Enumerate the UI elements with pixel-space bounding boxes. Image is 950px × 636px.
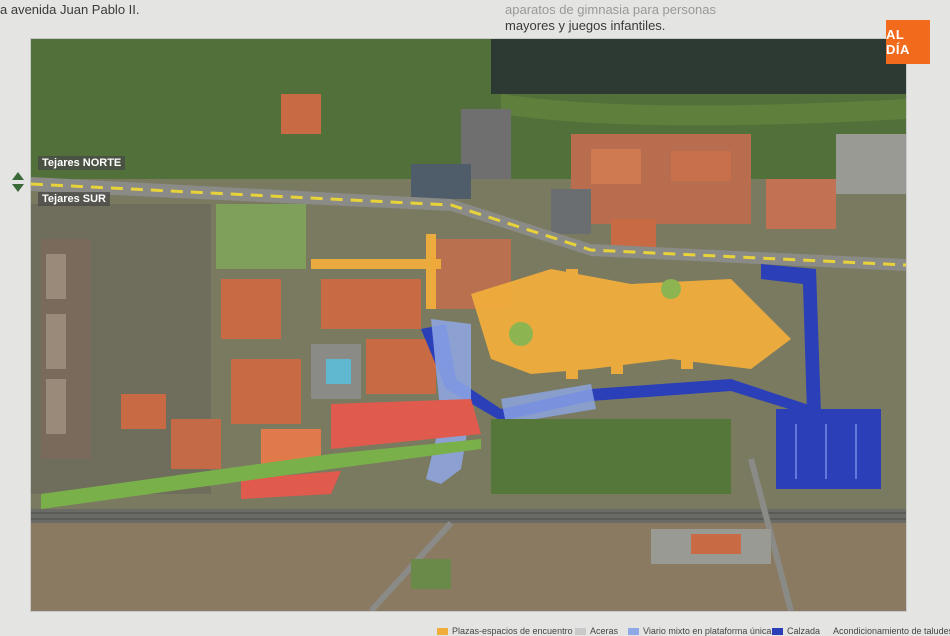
legend-label: Acondicionamiento de taludes — [833, 626, 950, 636]
legend-label: Plazas-espacios de encuentro — [452, 626, 573, 636]
legend-label: Viario mixto en plataforma única — [643, 626, 772, 636]
article-text-right-line1: aparatos de gimnasia para personas — [505, 2, 717, 17]
railway — [31, 509, 906, 523]
parking-lot — [776, 409, 881, 489]
legend-swatch — [437, 627, 448, 635]
legend-item-aceras: Aceras — [575, 626, 618, 636]
up-down-arrows-icon — [12, 172, 24, 192]
article-text-right: aparatos de gimnasia para personas mayor… — [505, 2, 716, 34]
al-dia-logo: AL DÍA — [886, 20, 930, 64]
legend-swatch — [575, 627, 586, 635]
label-tejares-norte: Tejares NORTE — [38, 156, 126, 170]
legend-item-plazas: Plazas-espacios de encuentro — [437, 626, 573, 636]
park — [216, 204, 306, 269]
article-text-right-line2: mayores y juegos infantiles. — [505, 18, 666, 33]
legend-label: Calzada — [787, 626, 821, 636]
legend-label: Aceras — [590, 626, 619, 636]
river — [491, 39, 906, 94]
label-tejares-sur: Tejares SUR — [38, 192, 110, 206]
map-legend: Plazas-espacios de encuentro Aceras Viar… — [0, 615, 950, 636]
legend-swatch — [628, 627, 639, 635]
legend-item-taludes: Acondicionamiento de taludes — [829, 626, 950, 636]
legend-swatch — [772, 627, 783, 635]
urban-plan-map — [30, 38, 907, 612]
legend-item-calzada: Calzada — [772, 626, 820, 636]
legend-item-viario-mixto: Viario mixto en plataforma única — [628, 626, 771, 636]
article-text-left: a avenida Juan Pablo II. — [0, 2, 140, 17]
